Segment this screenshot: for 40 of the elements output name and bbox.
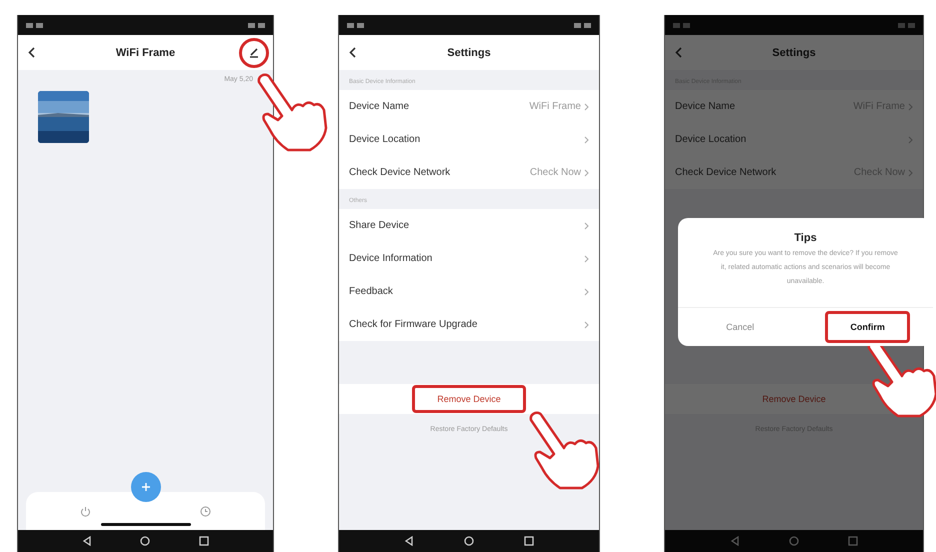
row-value: WiFi Frame	[529, 101, 581, 112]
chevron-icon	[584, 320, 589, 328]
clock-icon[interactable]	[200, 506, 211, 516]
screen-title: WiFi Frame	[116, 46, 176, 58]
settings-row[interactable]: Device Information	[339, 242, 599, 275]
plus-icon	[140, 482, 150, 492]
chevron-icon	[584, 168, 589, 176]
chevron-icon	[584, 136, 589, 144]
home-nav-icon[interactable]	[464, 536, 474, 546]
row-value: Check Now	[530, 167, 581, 178]
dialog-button[interactable]: Cancel	[701, 311, 780, 343]
settings-row[interactable]: Device Name WiFi Frame	[339, 90, 599, 123]
remove-device-button[interactable]: Remove Device	[412, 385, 526, 413]
chevron-icon	[584, 288, 589, 296]
dialog-title: Tips	[794, 232, 817, 244]
pencil-icon	[248, 46, 260, 58]
back-icon[interactable]	[349, 47, 356, 58]
screen-title: Settings	[447, 46, 491, 58]
recents-nav-icon[interactable]	[524, 536, 534, 546]
chevron-icon	[584, 222, 589, 230]
edit-button[interactable]	[239, 38, 269, 68]
chevron-icon	[908, 102, 913, 110]
settings-row[interactable]: Check Device Network Check Now	[339, 156, 599, 189]
settings-row[interactable]: Share Device	[339, 209, 599, 242]
add-button[interactable]	[130, 472, 160, 502]
recents-nav-icon[interactable]	[198, 536, 209, 546]
back-nav-icon[interactable]	[82, 536, 92, 546]
settings-row[interactable]: Device Location	[339, 123, 599, 156]
power-icon[interactable]	[80, 506, 92, 516]
settings-row[interactable]: Feedback	[339, 275, 599, 308]
chevron-icon	[908, 136, 913, 144]
screen-title: Settings	[772, 46, 816, 58]
dialog-button[interactable]: Confirm	[825, 311, 910, 343]
settings-row[interactable]: Check for Firmware Upgrade	[339, 308, 599, 341]
back-nav-icon[interactable]	[404, 536, 414, 546]
chevron-icon	[584, 254, 589, 262]
chevron-icon	[584, 102, 589, 110]
chevron-icon	[908, 168, 913, 176]
back-icon[interactable]	[28, 47, 35, 58]
home-nav-icon[interactable]	[140, 536, 150, 546]
